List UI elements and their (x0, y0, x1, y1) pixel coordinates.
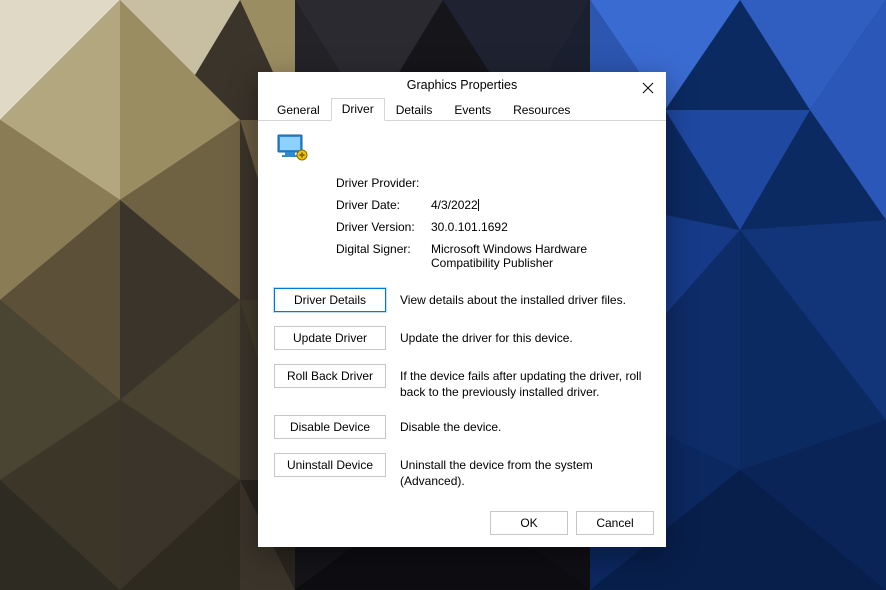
driver-details-desc: View details about the installed driver … (400, 288, 650, 308)
driver-version-value: 30.0.101.1692 (431, 220, 650, 234)
uninstall-device-desc: Uninstall the device from the system (Ad… (400, 453, 650, 489)
tab-content-driver: Driver Provider: Driver Date: 4/3/2022 D… (258, 121, 666, 503)
driver-date-value: 4/3/2022 (431, 198, 650, 212)
tab-events[interactable]: Events (443, 99, 502, 121)
digital-signer-value: Microsoft Windows Hardware Compatibility… (431, 242, 650, 270)
tab-resources[interactable]: Resources (502, 99, 581, 121)
close-icon (642, 82, 654, 94)
tab-details[interactable]: Details (385, 99, 444, 121)
driver-provider-label: Driver Provider: (336, 176, 431, 190)
driver-date-label: Driver Date: (336, 198, 431, 212)
driver-version-label: Driver Version: (336, 220, 431, 234)
update-driver-button[interactable]: Update Driver (274, 326, 386, 350)
roll-back-driver-desc: If the device fails after updating the d… (400, 364, 650, 400)
display-adapter-icon (276, 133, 310, 163)
disable-device-button[interactable]: Disable Device (274, 415, 386, 439)
driver-details-button[interactable]: Driver Details (274, 288, 386, 312)
roll-back-driver-button[interactable]: Roll Back Driver (274, 364, 386, 388)
tab-general[interactable]: General (266, 99, 331, 121)
update-driver-desc: Update the driver for this device. (400, 326, 650, 346)
ok-button[interactable]: OK (490, 511, 568, 535)
titlebar: Graphics Properties (258, 72, 666, 97)
driver-info-grid: Driver Provider: Driver Date: 4/3/2022 D… (336, 176, 650, 270)
dialog-footer: OK Cancel (258, 503, 666, 547)
digital-signer-label: Digital Signer: (336, 242, 431, 270)
uninstall-device-button[interactable]: Uninstall Device (274, 453, 386, 477)
tab-driver[interactable]: Driver (331, 98, 385, 121)
cancel-button[interactable]: Cancel (576, 511, 654, 535)
text-caret (478, 199, 479, 211)
disable-device-desc: Disable the device. (400, 415, 650, 435)
dialog-title: Graphics Properties (407, 78, 517, 92)
driver-provider-value (431, 176, 650, 190)
close-button[interactable] (638, 78, 658, 98)
tab-strip: General Driver Details Events Resources (258, 97, 666, 121)
graphics-properties-dialog: Graphics Properties General Driver Detai… (258, 72, 666, 547)
